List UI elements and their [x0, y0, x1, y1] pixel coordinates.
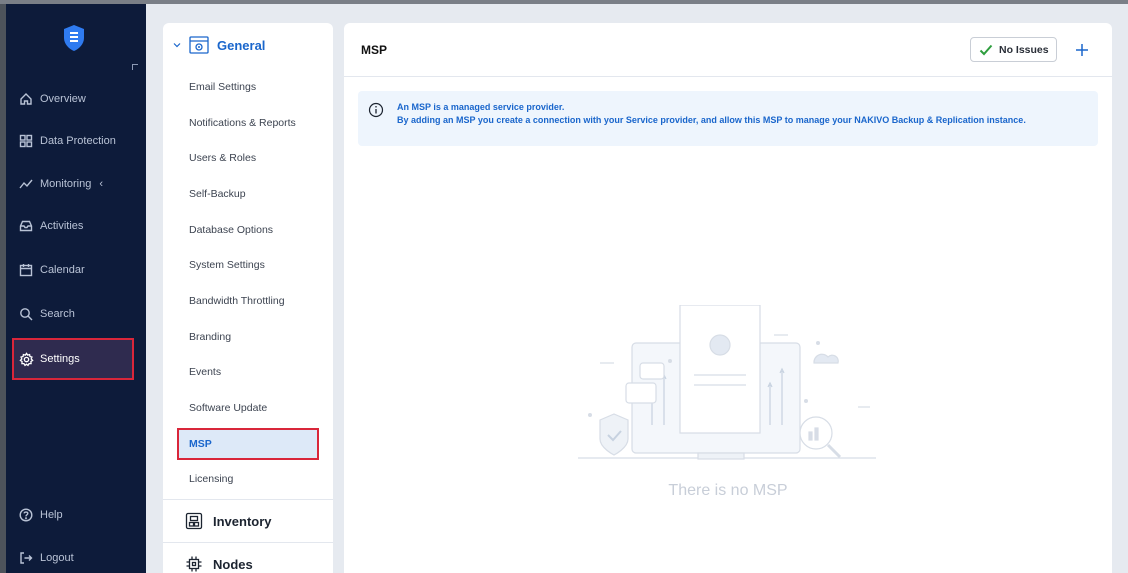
submenu-item-label: Self-Backup — [189, 188, 246, 200]
submenu-general-header[interactable]: General — [173, 33, 265, 57]
submenu-divider — [163, 499, 333, 500]
submenu-item-branding[interactable]: Branding — [177, 324, 319, 350]
empty-state-illustration — [578, 305, 876, 460]
nav-item-calendar[interactable]: Calendar — [12, 253, 134, 287]
check-icon — [979, 44, 993, 55]
nav-item-monitoring[interactable]: Monitoring ‹ — [12, 167, 134, 201]
submenu-item-label: Events — [189, 366, 222, 378]
submenu-item-email-settings[interactable]: Email Settings — [177, 74, 319, 100]
main-sidebar: Overview Data Protection Monitoring ‹ Ac… — [6, 4, 146, 573]
home-icon — [18, 91, 34, 107]
submenu-item-msp[interactable]: MSP — [177, 428, 319, 460]
add-msp-button[interactable] — [1071, 39, 1093, 61]
settings-submenu: General Email Settings Notifications & R… — [163, 23, 333, 573]
collapse-sidebar-icon[interactable] — [132, 64, 138, 70]
submenu-item-label: System Settings — [189, 259, 265, 271]
info-banner: An MSP is a managed service provider. By… — [358, 91, 1098, 146]
info-icon — [368, 102, 384, 118]
chevron-down-icon — [173, 43, 181, 48]
submenu-item-label: MSP — [189, 438, 212, 450]
submenu-section-nodes[interactable]: Nodes — [185, 550, 253, 573]
submenu-section-inventory[interactable]: Inventory — [185, 507, 272, 535]
submenu-item-system-settings[interactable]: System Settings — [177, 252, 319, 278]
nav-label: Logout — [40, 552, 74, 564]
inbox-icon — [18, 218, 34, 234]
plus-icon — [1076, 44, 1088, 56]
submenu-item-label: Branding — [189, 331, 232, 343]
submenu-section-label: Inventory — [213, 513, 272, 529]
help-icon — [18, 507, 34, 523]
nav-label: Monitoring — [40, 178, 92, 190]
status-label: No Issues — [999, 43, 1049, 56]
info-text-line2: By adding an MSP you create a connection… — [397, 115, 1026, 125]
logout-icon — [18, 550, 34, 566]
grid-icon — [18, 133, 34, 149]
general-settings-icon — [189, 36, 209, 54]
nav-label: Calendar — [40, 264, 85, 276]
submenu-section-label: Nodes — [213, 556, 253, 572]
nav-item-activities[interactable]: Activities — [12, 209, 134, 243]
chevron-left-icon: ‹ — [99, 178, 104, 190]
submenu-item-label: Notifications & Reports — [189, 117, 296, 129]
nav-item-data-protection[interactable]: Data Protection — [12, 124, 134, 158]
nav-label: Data Protection — [40, 135, 116, 147]
nav-label: Activities — [40, 220, 84, 232]
app-logo-icon[interactable] — [62, 24, 86, 52]
submenu-item-licensing[interactable]: Licensing — [177, 466, 319, 492]
calendar-icon — [18, 262, 34, 278]
submenu-item-events[interactable]: Events — [177, 359, 319, 385]
submenu-item-label: Email Settings — [189, 81, 257, 93]
submenu-item-software-update[interactable]: Software Update — [177, 395, 319, 421]
submenu-item-notifications-reports[interactable]: Notifications & Reports — [177, 110, 319, 136]
submenu-item-label: Licensing — [189, 473, 234, 485]
nav-label: Settings — [40, 353, 80, 365]
nav-label: Overview — [40, 93, 86, 105]
msp-panel: MSP No Issues An MSP is a managed servic… — [344, 23, 1112, 573]
nav-item-help[interactable]: Help — [12, 498, 134, 532]
gear-icon — [18, 351, 34, 367]
nav-item-settings[interactable]: Settings — [12, 338, 134, 380]
submenu-divider — [163, 542, 333, 543]
panel-header: MSP No Issues — [344, 23, 1112, 77]
nav-label: Search — [40, 308, 75, 320]
inventory-icon — [185, 512, 203, 530]
monitoring-icon — [18, 176, 34, 192]
submenu-item-users-roles[interactable]: Users & Roles — [177, 145, 319, 171]
submenu-item-bandwidth-throttling[interactable]: Bandwidth Throttling — [177, 288, 319, 314]
nav-item-overview[interactable]: Overview — [12, 82, 134, 116]
search-icon — [18, 306, 34, 322]
nav-label: Help — [40, 509, 63, 521]
submenu-item-label: Bandwidth Throttling — [189, 295, 285, 307]
submenu-item-label: Database Options — [189, 224, 274, 236]
submenu-item-label: Software Update — [189, 402, 268, 414]
nodes-icon — [186, 556, 202, 572]
submenu-header-label: General — [217, 37, 266, 53]
submenu-item-label: Users & Roles — [189, 152, 257, 164]
submenu-item-database-options[interactable]: Database Options — [177, 217, 319, 243]
submenu-item-self-backup[interactable]: Self-Backup — [177, 181, 319, 207]
nav-item-search[interactable]: Search — [12, 297, 134, 331]
info-text-line1: An MSP is a managed service provider. — [397, 102, 565, 112]
empty-state-text: There is no MSP — [668, 482, 788, 499]
page-title: MSP — [361, 43, 388, 57]
nav-item-logout[interactable]: Logout — [12, 541, 134, 573]
status-button[interactable]: No Issues — [970, 37, 1057, 62]
